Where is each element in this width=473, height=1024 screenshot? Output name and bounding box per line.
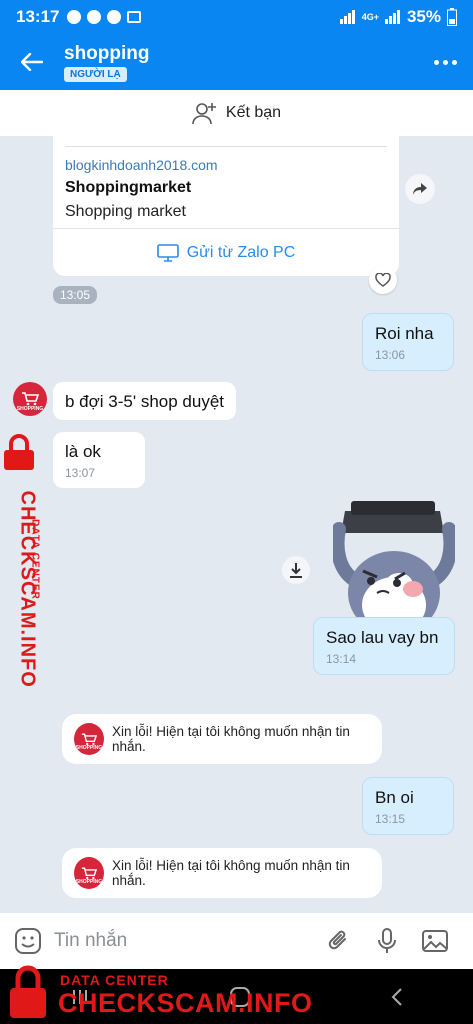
dot-icon [451,59,457,65]
avatar: SHOPPING [74,723,104,755]
watermark-small-text: DATA CENTER [60,972,169,988]
arrow-left-icon [21,53,43,71]
image-icon [422,930,448,952]
link-preview-card[interactable]: blogkinhdoanh2018.com Shoppingmarket Sho… [53,136,399,276]
time-pill: 13:05 [53,286,98,304]
message-text: Sao lau vay bn [326,628,439,647]
messenger-icon [87,10,102,24]
link-title: Shoppingmarket [65,179,192,196]
cloud-icon [67,10,82,24]
avatar-label: SHOPPING [75,745,103,751]
message-bubble-incoming[interactable]: b đợi 3-5' shop duyệt [53,382,236,420]
battery-icon [447,8,457,26]
note-text: Xin lỗi! Hiện tại tôi không muốn nhận ti… [111,724,350,754]
cart-icon [81,866,97,879]
download-icon [290,563,302,578]
divider [65,146,387,147]
paperclip-icon [328,930,346,950]
note-text: Xin lỗi! Hiện tại tôi không muốn nhận ti… [111,858,350,888]
back-nav-icon[interactable] [390,987,404,1007]
watermark-bottom: DATA CENTER CHECKSCAM.INFO [6,962,312,1024]
microphone-icon [378,928,396,953]
cart-icon [22,392,39,406]
share-button[interactable] [405,174,435,204]
message-bubble-outgoing[interactable]: Roi nha 13:06 [362,313,454,371]
cart-icon [81,732,97,745]
link-description: Shopping market [65,203,186,220]
message-time: 13:07 [65,466,96,480]
dot-icon [433,59,439,65]
message-time: 13:06 [375,348,406,362]
image-button[interactable] [411,929,459,953]
watermark-side: CHECKSCAM.INFO DATA CENTER [2,434,50,688]
avatar[interactable]: SHOPPING [13,382,47,416]
network-label: 4G+ [361,12,379,22]
battery-percent: 35% [406,7,441,26]
share-icon [413,183,427,195]
dot-icon [442,59,448,65]
add-friend-bar[interactable]: Kết bạn [0,90,473,136]
signal-icon [384,10,400,24]
chat-title[interactable]: shopping [64,43,149,65]
watermark-big-text: CHECKSCAM.INFO [58,988,313,1018]
download-button[interactable] [282,556,310,584]
attach-button[interactable] [315,928,363,954]
message-text: Bn oi [375,788,414,807]
chat-area[interactable]: blogkinhdoanh2018.com Shoppingmarket Sho… [0,136,473,913]
message-text: b đợi 3-5' shop duyệt [65,392,224,411]
monitor-icon [156,243,179,262]
auto-reply-note: SHOPPING Xin lỗi! Hiện tại tôi không muố… [62,848,382,898]
link-domain[interactable]: blogkinhdoanh2018.com [65,157,218,173]
chat-header: shopping NGƯỜI LẠ [0,34,473,90]
message-bubble-outgoing[interactable]: Sao lau vay bn 13:14 [313,617,455,675]
stranger-badge: NGƯỜI LẠ [64,66,127,82]
auto-reply-note: SHOPPING Xin lỗi! Hiện tại tôi không muố… [62,714,382,764]
sent-from-label: Gửi từ Zalo PC [186,243,296,261]
status-time: 13:17 [16,7,60,26]
message-input[interactable]: Tin nhắn [54,930,315,952]
add-friend-label: Kết bạn [225,104,282,121]
lock-icon [4,434,34,470]
message-bubble-incoming[interactable]: là ok 13:07 [53,432,145,488]
message-bubble-outgoing[interactable]: Bn oi 13:15 [362,777,454,835]
heart-icon [375,273,391,287]
back-button[interactable] [0,34,64,90]
add-user-icon [192,103,216,125]
watermark-small-text: DATA CENTER [29,519,41,600]
notification-icons [67,10,142,24]
avatar: SHOPPING [74,857,104,889]
avatar-label: SHOPPING [75,879,103,885]
messenger-icon [107,10,122,24]
message-text: là ok [65,442,101,461]
gallery-icon [127,11,142,23]
voice-button[interactable] [363,927,411,955]
more-options-button[interactable] [417,59,473,65]
message-input-bar: Tin nhắn [0,913,473,969]
message-time: 13:14 [326,652,357,666]
message-text: Roi nha [375,324,434,343]
sent-from-pc: Gửi từ Zalo PC [53,228,399,276]
status-bar: 13:17 4G+ 35% [0,0,473,34]
signal-icon [339,10,355,24]
emoji-icon[interactable] [14,927,42,955]
lock-icon [10,965,46,1018]
message-time: 13:15 [375,812,406,826]
react-button[interactable] [369,266,397,294]
avatar-label: SHOPPING [16,406,44,412]
